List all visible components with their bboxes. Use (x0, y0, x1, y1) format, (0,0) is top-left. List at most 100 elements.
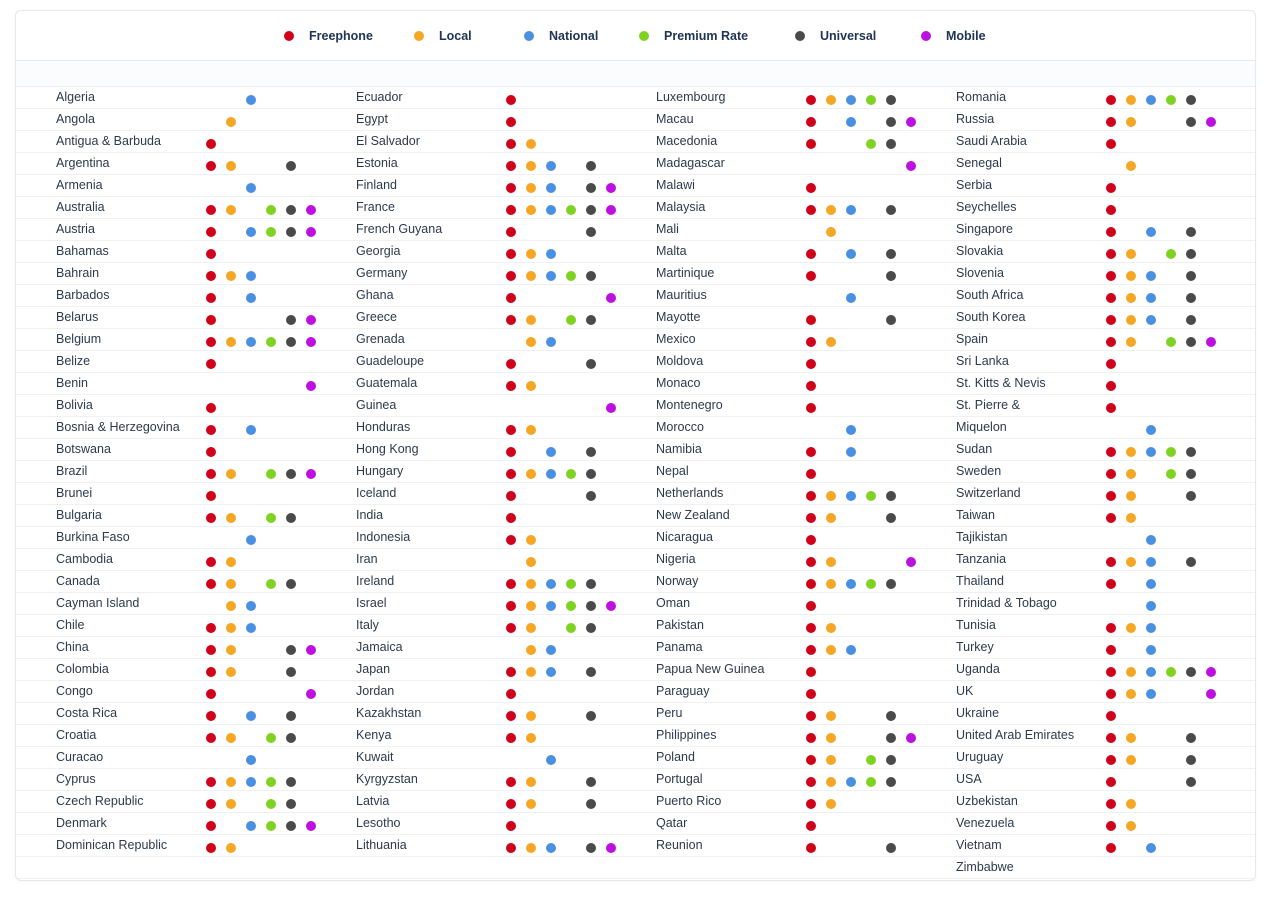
freephone-dot-icon (806, 315, 816, 325)
local-dot-icon (526, 161, 536, 171)
country-name: Costa Rica (56, 706, 118, 720)
mobile-dot-icon (306, 821, 316, 831)
country-name: Miquelon (956, 420, 1007, 434)
country-entry: Luxembourg (616, 87, 916, 108)
country-entry: Sri Lanka (916, 351, 1216, 372)
country-entry: Seychelles (916, 197, 1216, 218)
legend-item-national[interactable]: National (524, 28, 598, 44)
country-entry: Cayman Island (16, 593, 316, 614)
freephone-dot-icon (1106, 271, 1116, 281)
universal-dot-icon (586, 623, 596, 633)
local-dot-icon (826, 711, 836, 721)
table-row: Belarus Greece Mayotte South Korea (16, 307, 1255, 329)
local-dot-icon (826, 337, 836, 347)
universal-dot-icon (586, 579, 596, 589)
country-name: Lithuania (356, 838, 407, 852)
national-dot-icon (246, 337, 256, 347)
table-row: Argentina Estonia Madagascar Senegal (16, 153, 1255, 175)
mobile-dot-icon (306, 205, 316, 215)
freephone-dot-icon (506, 711, 516, 721)
freephone-dot-icon (806, 337, 816, 347)
freephone-dot-icon (806, 205, 816, 215)
country-name: UK (956, 684, 974, 698)
local-dot-icon (1126, 667, 1136, 677)
national-dot-icon (546, 601, 556, 611)
premium-rate-dot-icon (266, 205, 276, 215)
country-entry: Australia (16, 197, 316, 218)
freephone-dot-icon (1106, 821, 1116, 831)
local-dot-icon (826, 733, 836, 743)
country-name: Israel (356, 596, 387, 610)
country-entry: Moldova (616, 351, 916, 372)
country-entry: Monaco (616, 373, 916, 394)
mobile-dot-icon (1206, 337, 1216, 347)
national-dot-icon (546, 183, 556, 193)
country-entry: Trinidad & Tobago (916, 593, 1216, 614)
freephone-dot-icon (506, 469, 516, 479)
freephone-dot-icon (506, 293, 516, 303)
universal-dot-icon (586, 447, 596, 457)
country-entry: Barbados (16, 285, 316, 306)
local-dot-icon (526, 601, 536, 611)
local-dot-icon (226, 557, 236, 567)
legend-label: National (549, 29, 599, 43)
country-entry: Peru (616, 703, 916, 724)
country-name: Canada (56, 574, 100, 588)
country-entry: Hungary (316, 461, 616, 482)
local-dot-icon (826, 491, 836, 501)
country-entry: Latvia (316, 791, 616, 812)
country-name: Norway (656, 574, 699, 588)
national-dot-icon (846, 491, 856, 501)
country-entry: Ecuador (316, 87, 616, 108)
country-name: Morocco (656, 420, 704, 434)
country-name: Nigeria (656, 552, 696, 566)
local-dot-icon (526, 425, 536, 435)
country-entry: Canada (16, 571, 316, 592)
premium-rate-dot-icon (266, 227, 276, 237)
table-row: Cambodia Iran Nigeria Tanzania (16, 549, 1255, 571)
country-entry: Czech Republic (16, 791, 316, 812)
local-dot-icon (1126, 95, 1136, 105)
universal-dot-icon (586, 601, 596, 611)
local-dot-icon (414, 31, 424, 41)
country-name: Chile (56, 618, 85, 632)
national-dot-icon (246, 227, 256, 237)
freephone-dot-icon (506, 447, 516, 457)
mobile-dot-icon (306, 315, 316, 325)
country-name: Kuwait (356, 750, 394, 764)
mobile-dot-icon (306, 689, 316, 699)
legend-item-mobile[interactable]: Mobile (921, 28, 986, 44)
legend-label: Freephone (309, 29, 373, 43)
country-name: Kyrgyzstan (356, 772, 418, 786)
universal-dot-icon (1186, 271, 1196, 281)
country-entry: Papua New Guinea (616, 659, 916, 680)
country-entry: Tajikistan (916, 527, 1216, 548)
legend-item-premium-rate[interactable]: Premium Rate (639, 28, 748, 44)
legend-item-universal[interactable]: Universal (795, 28, 876, 44)
premium-rate-dot-icon (1166, 95, 1176, 105)
country-entry: Malawi (616, 175, 916, 196)
freephone-dot-icon (806, 645, 816, 655)
country-name: Mali (656, 222, 679, 236)
premium-rate-dot-icon (566, 601, 576, 611)
country-name: Serbia (956, 178, 993, 192)
legend-item-local[interactable]: Local (414, 28, 472, 44)
country-entry: Qatar (616, 813, 916, 834)
premium-rate-dot-icon (266, 821, 276, 831)
national-dot-icon (846, 95, 856, 105)
country-entry: Madagascar (616, 153, 916, 174)
freephone-dot-icon (1106, 315, 1116, 325)
national-dot-icon (246, 755, 256, 765)
country-name: Kenya (356, 728, 392, 742)
legend-item-freephone[interactable]: Freephone (284, 28, 373, 44)
country-name: France (356, 200, 395, 214)
country-name: El Salvador (356, 134, 420, 148)
local-dot-icon (526, 249, 536, 259)
country-name: Lesotho (356, 816, 401, 830)
premium-rate-dot-icon (266, 579, 276, 589)
local-dot-icon (826, 645, 836, 655)
national-dot-icon (246, 95, 256, 105)
universal-dot-icon (886, 271, 896, 281)
freephone-dot-icon (506, 491, 516, 501)
local-dot-icon (826, 579, 836, 589)
